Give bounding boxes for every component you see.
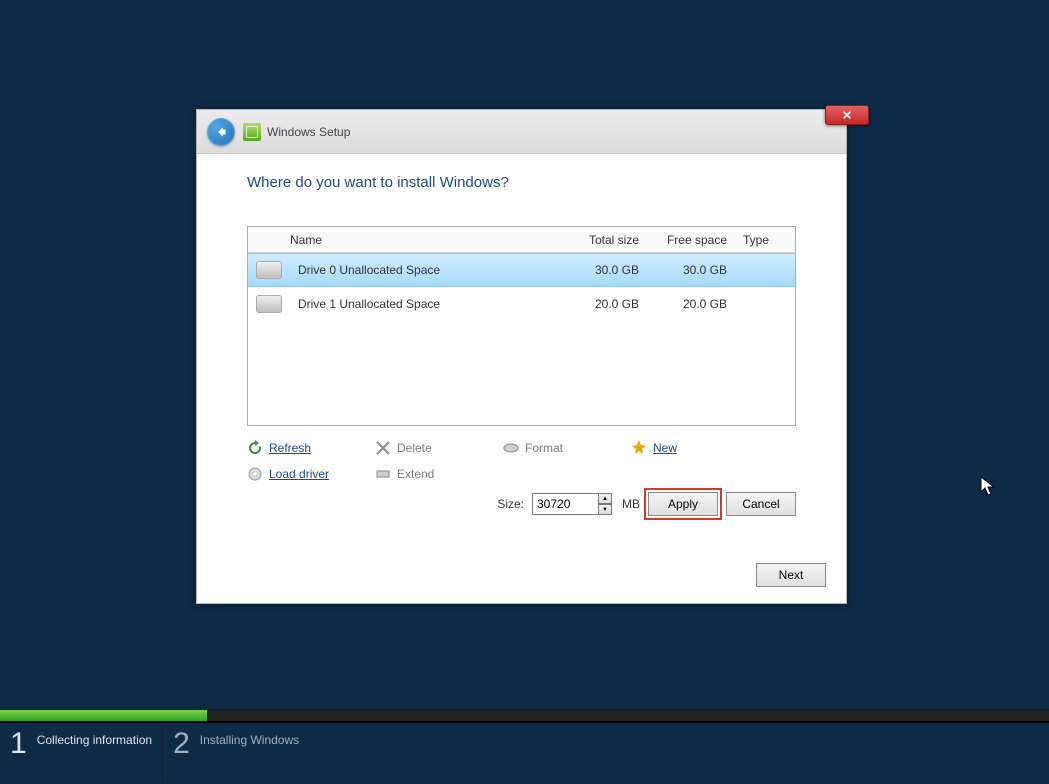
drive-total: 20.0 GB: [559, 297, 647, 311]
arrow-left-icon: [214, 125, 228, 139]
steps-row: 1 Collecting information 2 Installing Wi…: [0, 723, 1049, 782]
window-title: Windows Setup: [267, 125, 350, 139]
extend-label: Extend: [397, 467, 434, 481]
refresh-icon: [247, 440, 263, 456]
drive-name: Drive 0 Unallocated Space: [290, 263, 559, 277]
spinner-down[interactable]: ▼: [598, 504, 612, 515]
next-button[interactable]: Next: [756, 563, 826, 587]
format-link: Format: [503, 440, 631, 456]
new-label: New: [653, 441, 677, 455]
step-installing: 2 Installing Windows: [163, 723, 309, 782]
load-driver-link[interactable]: Load driver: [247, 466, 375, 482]
size-input[interactable]: [532, 493, 606, 515]
step-label: Installing Windows: [200, 729, 299, 747]
new-icon: [631, 440, 647, 456]
drive-row[interactable]: Drive 0 Unallocated Space 30.0 GB 30.0 G…: [248, 253, 795, 287]
cancel-button[interactable]: Cancel: [726, 492, 796, 516]
drive-toolbar: Refresh Delete Format New Load driver Ex…: [247, 440, 796, 516]
setup-icon: [243, 123, 261, 141]
drive-icon: [256, 295, 282, 313]
step-collecting: 1 Collecting information: [0, 723, 162, 782]
close-button[interactable]: [825, 105, 869, 125]
setup-dialog: Windows Setup Where do you want to insta…: [196, 109, 847, 604]
delete-icon: [375, 440, 391, 456]
col-type[interactable]: Type: [735, 233, 795, 247]
titlebar: Windows Setup: [197, 110, 846, 154]
step-bar: 1 Collecting information 2 Installing Wi…: [0, 709, 1049, 784]
drive-free: 30.0 GB: [647, 263, 735, 277]
col-name[interactable]: Name: [290, 233, 559, 247]
load-driver-label: Load driver: [269, 467, 329, 481]
page-heading: Where do you want to install Windows?: [247, 174, 796, 191]
format-icon: [503, 440, 519, 456]
drive-total: 30.0 GB: [559, 263, 647, 277]
step-number: 1: [10, 729, 27, 759]
close-icon: [842, 110, 852, 120]
drive-row[interactable]: Drive 1 Unallocated Space 20.0 GB 20.0 G…: [248, 287, 795, 321]
extend-link: Extend: [375, 466, 503, 482]
col-total[interactable]: Total size: [559, 233, 647, 247]
dialog-content: Where do you want to install Windows? Na…: [197, 154, 846, 532]
progress-fill: [0, 710, 207, 721]
table-header: Name Total size Free space Type: [248, 227, 795, 253]
drive-table: Name Total size Free space Type Drive 0 …: [247, 226, 796, 426]
drive-icon: [256, 261, 282, 279]
step-label: Collecting information: [37, 729, 152, 747]
cursor-icon: [980, 476, 996, 498]
drive-free: 20.0 GB: [647, 297, 735, 311]
extend-icon: [375, 466, 391, 482]
size-unit: MB: [622, 497, 640, 511]
size-group: Size: ▲ ▼ MB Apply Cancel: [497, 492, 796, 516]
size-label: Size:: [497, 497, 524, 511]
back-button[interactable]: [207, 118, 235, 146]
spinner-up[interactable]: ▲: [598, 493, 612, 504]
drive-name: Drive 1 Unallocated Space: [290, 297, 559, 311]
delete-label: Delete: [397, 441, 432, 455]
new-link[interactable]: New: [631, 440, 759, 456]
disc-icon: [247, 466, 263, 482]
refresh-link[interactable]: Refresh: [247, 440, 375, 456]
progress-track: [0, 709, 1049, 723]
delete-link: Delete: [375, 440, 503, 456]
apply-button[interactable]: Apply: [648, 492, 718, 516]
refresh-label: Refresh: [269, 441, 311, 455]
col-free[interactable]: Free space: [647, 233, 735, 247]
step-number: 2: [173, 729, 190, 759]
format-label: Format: [525, 441, 563, 455]
